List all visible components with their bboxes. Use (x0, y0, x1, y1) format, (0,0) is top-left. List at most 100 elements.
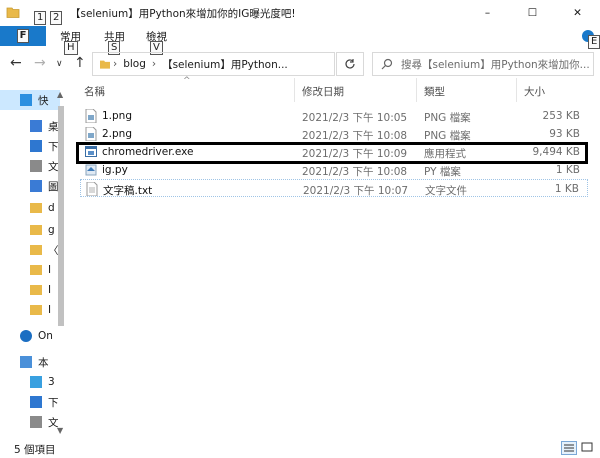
search-icon (381, 58, 393, 70)
nav-item[interactable]: 本 (0, 352, 60, 372)
breadcrumb-current[interactable]: 【selenium】用Python... (162, 57, 288, 72)
nav-item[interactable]: I (0, 280, 60, 300)
file-date: 2021/2/3 下午 10:08 (302, 166, 408, 178)
file-type: 文字文件 (425, 185, 467, 197)
details-view-button[interactable] (561, 441, 577, 455)
navigation-bar: ← → ∨ ↑ › blog › 【selenium】用Python... 搜尋… (0, 50, 600, 78)
nav-item[interactable]: 下 (0, 392, 60, 412)
file-size: 1 KB (555, 164, 580, 176)
download-icon (30, 396, 42, 408)
item-count: 5 個項目 (14, 444, 56, 456)
maximize-icon: ☐ (527, 7, 538, 19)
nav-item[interactable]: 桌 (0, 116, 60, 136)
folder-icon (30, 265, 42, 275)
nav-item[interactable]: On (0, 326, 60, 346)
text-file-icon (86, 182, 98, 196)
qat-keytip-1: 1 (34, 11, 47, 25)
folder-icon (6, 7, 20, 18)
cube-icon (30, 376, 42, 388)
file-name: ig.py (102, 164, 128, 176)
close-button[interactable]: ✕ (555, 0, 600, 26)
file-row[interactable]: 2.png 2021/2/3 下午 10:08 PNG 檔案 93 KB (80, 125, 588, 143)
scroll-thumb[interactable] (58, 106, 64, 326)
title-bar: 1 2 【selenium】用Python來增加你的IG曝光度吧! – ☐ ✕ (0, 0, 600, 26)
up-icon[interactable]: ↑ (74, 55, 86, 71)
tab-file[interactable]: F (0, 26, 46, 46)
search-input[interactable]: 搜尋【selenium】用Python來增加你... (372, 52, 594, 76)
nav-item-label: I (48, 284, 52, 296)
file-list: ^ 名稱 修改日期 類型 大小 1.png 2021/2/3 下午 10:05 PN… (76, 76, 600, 438)
column-divider[interactable] (416, 78, 417, 102)
folder-icon (30, 305, 42, 315)
nav-item[interactable]: 快 (0, 90, 60, 110)
star-icon (20, 94, 32, 106)
nav-item-label: d (48, 202, 55, 214)
nav-item[interactable]: 〈 (0, 240, 60, 260)
qat-keytip-2: 2 (50, 11, 63, 25)
file-type: PNG 檔案 (424, 130, 471, 142)
column-type[interactable]: 類型 (424, 84, 445, 99)
refresh-icon (345, 59, 355, 69)
nav-item[interactable]: 文 (0, 412, 60, 432)
nav-item[interactable]: 下 (0, 136, 60, 156)
large-icons-view-button[interactable] (580, 441, 596, 455)
document-icon (30, 416, 42, 428)
nav-item[interactable]: I (0, 260, 60, 280)
column-date[interactable]: 修改日期 (302, 84, 344, 99)
file-name: 2.png (102, 128, 133, 140)
nav-item-label: 3 (48, 376, 55, 388)
nav-item-label: g (48, 224, 55, 236)
nav-item[interactable]: 文 (0, 156, 60, 176)
nav-item-label: I (48, 304, 52, 316)
file-date: 2021/2/3 下午 10:05 (302, 112, 408, 124)
nav-item-label: On (38, 330, 53, 342)
nav-item[interactable]: d (0, 198, 60, 218)
back-icon[interactable]: ← (10, 55, 22, 71)
folder-icon (30, 203, 42, 213)
image-file-icon (85, 109, 97, 123)
nav-item[interactable]: g (0, 220, 60, 240)
column-divider[interactable] (516, 78, 517, 102)
file-keytip: F (16, 29, 30, 43)
cloud-icon (20, 330, 32, 342)
file-row[interactable]: 文字稿.txt 2021/2/3 下午 10:07 文字文件 1 KB (80, 179, 588, 197)
file-type: PNG 檔案 (424, 112, 471, 124)
file-row[interactable]: 1.png 2021/2/3 下午 10:05 PNG 檔案 253 KB (80, 107, 588, 125)
desktop-icon (30, 120, 42, 132)
python-file-icon (85, 164, 97, 176)
scroll-down-icon[interactable]: ▼ (57, 426, 63, 435)
nav-item[interactable]: 圖 (0, 176, 60, 196)
forward-icon[interactable]: → (34, 55, 46, 71)
details-view-icon (564, 444, 574, 452)
picture-icon (30, 180, 42, 192)
download-icon (30, 140, 42, 152)
refresh-button[interactable] (336, 52, 364, 76)
file-name: 1.png (102, 110, 133, 122)
folder-icon (30, 285, 42, 295)
folder-icon (30, 245, 42, 255)
sort-ascending-icon: ^ (183, 76, 191, 86)
address-bar[interactable]: › blog › 【selenium】用Python... (92, 52, 335, 76)
file-size: 1 KB (554, 183, 579, 195)
column-size[interactable]: 大小 (524, 84, 545, 99)
minimize-button[interactable]: – (465, 0, 510, 26)
scroll-up-icon[interactable]: ▲ (57, 90, 63, 99)
nav-item-label: I (48, 264, 52, 276)
computer-icon (20, 356, 32, 368)
nav-item[interactable]: I (0, 300, 60, 320)
column-name[interactable]: 名稱 (84, 84, 105, 99)
close-icon: ✕ (573, 7, 582, 19)
nav-scrollbar[interactable]: ▲ ▼ (56, 90, 66, 438)
nav-item-label: 本 (38, 356, 49, 369)
document-icon (30, 160, 42, 172)
nav-item[interactable]: 3 (0, 372, 60, 392)
file-size: 253 KB (542, 110, 580, 122)
minimize-icon: – (484, 7, 491, 19)
status-bar: 5 個項目 (0, 438, 600, 458)
column-divider[interactable] (294, 78, 295, 102)
image-file-icon (85, 127, 97, 141)
maximize-button[interactable]: ☐ (510, 0, 555, 26)
breadcrumb-blog[interactable]: blog (123, 58, 146, 70)
chevron-down-icon[interactable]: ∨ (56, 59, 63, 69)
file-date: 2021/2/3 下午 10:07 (303, 185, 409, 197)
